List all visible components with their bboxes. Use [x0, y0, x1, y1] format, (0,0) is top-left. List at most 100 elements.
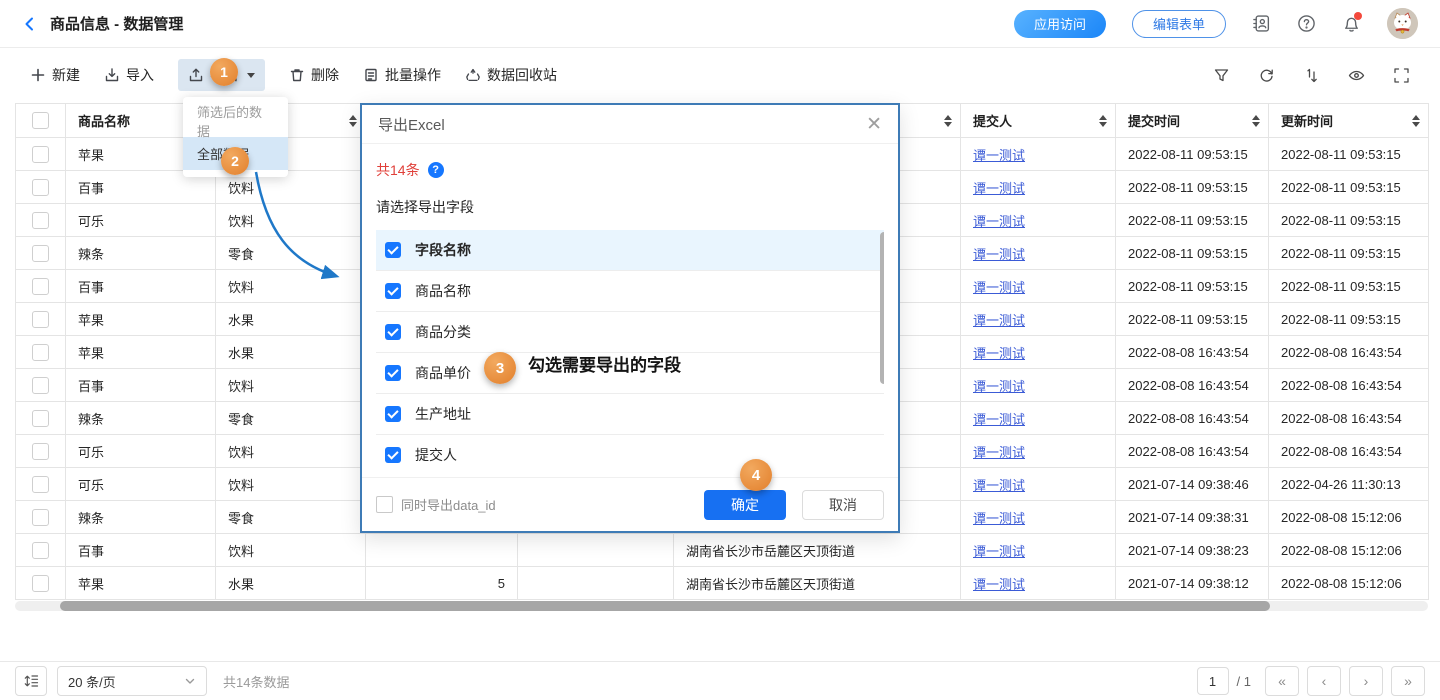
delete-button[interactable]: 删除 [289, 65, 339, 85]
data-id-checkbox[interactable] [376, 496, 393, 513]
submitter-link[interactable]: 谭一测试 [973, 577, 1025, 592]
bell-icon[interactable] [1342, 14, 1361, 33]
row-checkbox[interactable] [32, 245, 49, 262]
new-record-button[interactable]: 新建 [30, 65, 80, 85]
cell-update-time: 2022-08-08 16:43:54 [1269, 402, 1429, 435]
row-select-cell [16, 303, 66, 336]
recycle-bin-button[interactable]: 数据回收站 [465, 65, 557, 85]
field-row[interactable]: 商品分类 [376, 312, 884, 353]
checkbox-checked-icon[interactable] [385, 242, 401, 258]
field-label: 商品名称 [415, 281, 471, 301]
submitter-link[interactable]: 谭一测试 [973, 346, 1025, 361]
current-page-input[interactable]: 1 [1197, 667, 1229, 695]
cell-update-time: 2022-08-08 16:43:54 [1269, 336, 1429, 369]
cell-submitter: 谭一测试 [961, 567, 1116, 600]
sort-icon[interactable] [1303, 67, 1320, 84]
eye-icon[interactable] [1348, 67, 1365, 84]
menu-item-filtered-data[interactable]: 筛选后的数据 [183, 104, 288, 137]
select-all-checkbox[interactable] [32, 112, 49, 129]
horizontal-scrollbar-thumb[interactable] [60, 601, 1270, 611]
dialog-scrollbar-thumb[interactable] [880, 232, 884, 384]
field-row[interactable]: 字段名称 [376, 230, 884, 271]
contacts-icon[interactable] [1252, 14, 1271, 33]
next-page-button[interactable]: › [1349, 666, 1383, 696]
submitter-link[interactable]: 谭一测试 [973, 478, 1025, 493]
column-header-submitter[interactable]: 提交人 [961, 104, 1116, 138]
page-size-select[interactable]: 20 条/页 [57, 666, 207, 696]
submitter-link[interactable]: 谭一测试 [973, 379, 1025, 394]
row-checkbox[interactable] [32, 212, 49, 229]
row-checkbox[interactable] [32, 509, 49, 526]
sort-icon[interactable] [944, 115, 952, 127]
field-row[interactable]: 提交人 [376, 435, 884, 470]
submitter-link[interactable]: 谭一测试 [973, 313, 1025, 328]
batch-operation-button[interactable]: 批量操作 [363, 65, 441, 85]
import-button[interactable]: 导入 [104, 65, 154, 85]
sort-icon[interactable] [1412, 115, 1420, 127]
row-checkbox[interactable] [32, 377, 49, 394]
submitter-link[interactable]: 谭一测试 [973, 214, 1025, 229]
prev-page-button[interactable]: ‹ [1307, 666, 1341, 696]
sort-icon[interactable] [1252, 115, 1260, 127]
submitter-link[interactable]: 谭一测试 [973, 280, 1025, 295]
notification-dot [1354, 12, 1362, 20]
help-circle-icon[interactable]: ? [428, 162, 444, 178]
submitter-link[interactable]: 谭一测试 [973, 445, 1025, 460]
row-checkbox[interactable] [32, 476, 49, 493]
row-checkbox[interactable] [32, 542, 49, 559]
sort-icon[interactable] [349, 115, 357, 127]
row-select-cell [16, 501, 66, 534]
back-button[interactable] [22, 16, 38, 32]
help-icon[interactable] [1297, 14, 1316, 33]
submitter-link[interactable]: 谭一测试 [973, 511, 1025, 526]
column-header-submit-time[interactable]: 提交时间 [1116, 104, 1269, 138]
cell-price: 5 [366, 567, 518, 600]
submitter-link[interactable]: 谭一测试 [973, 181, 1025, 196]
confirm-button[interactable]: 确定 [704, 490, 786, 520]
field-row[interactable]: 商品名称 [376, 271, 884, 312]
row-checkbox[interactable] [32, 146, 49, 163]
toolbar-item-label: 批量操作 [385, 65, 441, 85]
submitter-link[interactable]: 谭一测试 [973, 544, 1025, 559]
checkbox-checked-icon[interactable] [385, 365, 401, 381]
row-checkbox[interactable] [32, 278, 49, 295]
cell-category: 饮料 [216, 369, 366, 402]
cancel-button[interactable]: 取消 [802, 490, 884, 520]
last-page-button[interactable]: » [1391, 666, 1425, 696]
cell-update-time: 2022-08-11 09:53:15 [1269, 204, 1429, 237]
submitter-link[interactable]: 谭一测试 [973, 247, 1025, 262]
row-checkbox[interactable] [32, 311, 49, 328]
submitter-link[interactable]: 谭一测试 [973, 148, 1025, 163]
cell-category: 零食 [216, 402, 366, 435]
field-row[interactable]: 生产地址 [376, 394, 884, 435]
edit-form-button[interactable]: 编辑表单 [1132, 10, 1226, 38]
back-icon [22, 16, 38, 32]
row-checkbox[interactable] [32, 575, 49, 592]
checkbox-checked-icon[interactable] [385, 447, 401, 463]
expand-icon[interactable] [1393, 67, 1410, 84]
row-select-cell [16, 336, 66, 369]
toolbar-item-label: 删除 [311, 65, 339, 85]
row-checkbox[interactable] [32, 443, 49, 460]
first-page-button[interactable]: « [1265, 666, 1299, 696]
cell-category: 水果 [216, 567, 366, 600]
row-checkbox[interactable] [32, 179, 49, 196]
filter-icon[interactable] [1213, 67, 1230, 84]
submitter-link[interactable]: 谭一测试 [973, 412, 1025, 427]
refresh-icon[interactable] [1258, 67, 1275, 84]
sort-icon[interactable] [1099, 115, 1107, 127]
row-height-button[interactable] [15, 666, 47, 696]
column-header-update-time[interactable]: 更新时间 [1269, 104, 1429, 138]
toolbar-right-icons [1213, 67, 1410, 84]
close-icon[interactable]: ✕ [866, 115, 882, 134]
row-checkbox[interactable] [32, 410, 49, 427]
app-access-button[interactable]: 应用访问 [1014, 10, 1106, 38]
checkbox-checked-icon[interactable] [385, 406, 401, 422]
checkbox-checked-icon[interactable] [385, 283, 401, 299]
cell-submitter: 谭一测试 [961, 270, 1116, 303]
checkbox-checked-icon[interactable] [385, 324, 401, 340]
row-checkbox[interactable] [32, 344, 49, 361]
cell-update-time: 2022-08-08 15:12:06 [1269, 501, 1429, 534]
cell-product-name: 辣条 [66, 402, 216, 435]
avatar[interactable] [1387, 8, 1418, 39]
